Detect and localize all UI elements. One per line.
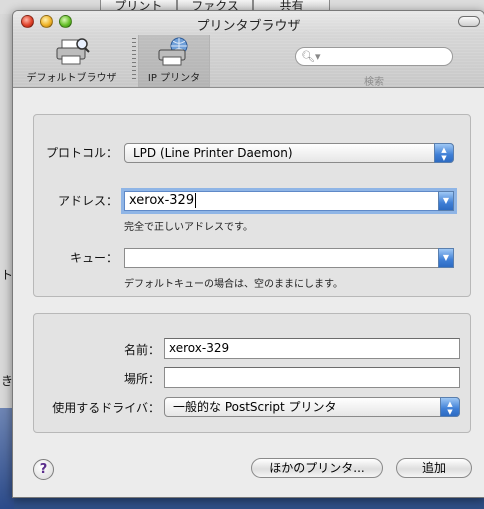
address-value: xerox-329 xyxy=(129,193,195,208)
connection-settings-group: プロトコル： LPD (Line Printer Daemon) ▲ ▼ アドレス… xyxy=(33,114,471,297)
name-field[interactable]: xerox-329 xyxy=(164,338,460,359)
name-label: 名前： xyxy=(123,343,160,357)
location-label: 場所： xyxy=(123,372,160,386)
window-title: プリンタブラウザ xyxy=(196,19,301,34)
protocol-label: プロトコル： xyxy=(45,146,118,160)
desktop-bottom xyxy=(14,497,484,509)
printer-info-group: 名前： xerox-329 場所： 使用するドライバ： 一般的な PostScr… xyxy=(33,313,471,433)
printer-browser-window: プリンタブラウザ デフォルトブラウザ IP プリンタ 🔍︎▾ 検索 プロトコル：… xyxy=(12,10,484,498)
protocol-value: LPD (Line Printer Daemon) xyxy=(133,146,293,160)
dropdown-arrow-icon[interactable]: ▼ xyxy=(438,248,454,268)
protocol-popup[interactable]: LPD (Line Printer Daemon) ▲ ▼ xyxy=(124,143,454,163)
toolbar-toggle-button[interactable] xyxy=(458,16,480,27)
address-label: アドレス： xyxy=(57,194,118,208)
default-browser-label: デフォルトブラウザ xyxy=(26,73,117,84)
search-icon: 🔍︎▾ xyxy=(301,50,321,63)
queue-label: キュー： xyxy=(69,251,118,265)
printer-icon xyxy=(53,37,91,67)
search-input[interactable]: 🔍︎▾ xyxy=(295,47,453,66)
driver-value: 一般的な PostScript プリンタ xyxy=(173,400,337,414)
location-field[interactable] xyxy=(164,367,460,388)
help-button[interactable]: ? xyxy=(33,459,54,480)
title-bar[interactable]: プリンタブラウザ デフォルトブラウザ IP プリンタ 🔍︎▾ 検索 xyxy=(13,11,484,88)
network-printer-icon xyxy=(155,37,193,67)
queue-field[interactable]: ▼ xyxy=(124,248,454,268)
add-button[interactable]: 追加 xyxy=(396,458,472,478)
ip-printer-tool[interactable]: IP プリンタ xyxy=(138,35,210,87)
address-hint: 完全で正しいアドレスです。 xyxy=(124,222,253,233)
driver-popup[interactable]: 一般的な PostScript プリンタ ▲ ▼ xyxy=(164,397,460,417)
driver-label: 使用するドライバ： xyxy=(52,401,160,415)
toolbar-separator xyxy=(132,38,136,82)
default-browser-tool[interactable]: デフォルトブラウザ xyxy=(13,35,130,87)
popup-arrows-icon: ▲ ▼ xyxy=(434,143,454,163)
dropdown-arrow-icon[interactable]: ▼ xyxy=(438,191,454,211)
popup-arrows-icon: ▲ ▼ xyxy=(440,397,460,417)
ip-printer-label: IP プリンタ xyxy=(147,73,201,84)
address-field[interactable]: xerox-329 ▼ xyxy=(124,191,454,211)
more-printers-button[interactable]: ほかのプリンタ... xyxy=(251,458,383,478)
search-label: 検索 xyxy=(364,77,384,88)
queue-hint: デフォルトキューの場合は、空のままにします。 xyxy=(124,279,343,290)
